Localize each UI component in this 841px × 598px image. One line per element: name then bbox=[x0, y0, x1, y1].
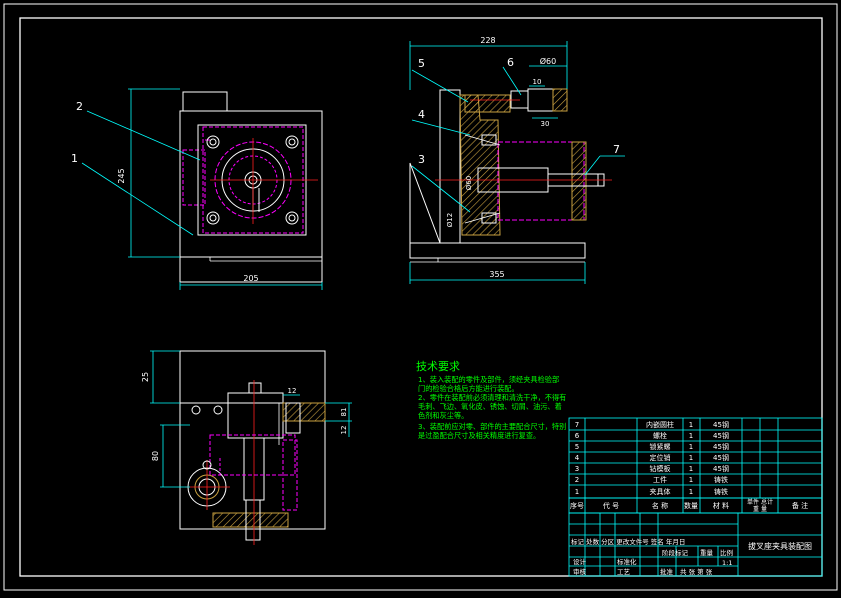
parts-row-qty: 1 bbox=[689, 421, 693, 429]
title-sheet-label: 共 张 第 张 bbox=[680, 567, 713, 576]
tech-note-line: 毛刺、飞边、氧化皮、锈蚀、切屑、油污、着 bbox=[418, 402, 562, 411]
side-dim-bore2: Ø12 bbox=[446, 213, 454, 227]
parts-row-qty: 1 bbox=[689, 465, 693, 473]
front-screw-bl bbox=[206, 211, 220, 225]
parts-row-name: 定位销 bbox=[650, 453, 671, 462]
parts-row-qty: 1 bbox=[689, 476, 693, 484]
side-view: 228 Ø60 10 30 Ø60 Ø12 355 5 6 4 3 7 bbox=[409, 36, 625, 284]
title-block-text: 标记 处数 分区 更改文件号 签名 年月日 设计 标准化 阶段标记 重量 比例 … bbox=[571, 537, 812, 576]
title-std-label: 标准化 bbox=[617, 557, 637, 566]
side-label-6: 6 bbox=[507, 56, 514, 69]
title-ratio-label: 比例 bbox=[720, 548, 733, 557]
tech-note-line: 是过盈配合尺寸及相关精度进行复查。 bbox=[418, 431, 540, 440]
parts-header-unit-weight: 单件 总计 bbox=[747, 498, 773, 506]
side-dim-mid: 30 bbox=[541, 120, 550, 128]
side-dim-small: 10 bbox=[533, 78, 542, 86]
top-dim-right2: 81 bbox=[340, 408, 348, 417]
parts-row-no: 1 bbox=[575, 488, 579, 496]
parts-row-qty: 1 bbox=[689, 443, 693, 451]
parts-row-no: 6 bbox=[575, 432, 580, 440]
side-clamp-bar bbox=[464, 94, 511, 113]
top-dim-mid: 80 bbox=[151, 451, 160, 461]
parts-row-material: 铸铁 bbox=[714, 487, 728, 496]
parts-row-material: 45钢 bbox=[713, 420, 729, 429]
title-weight-label: 重量 bbox=[700, 549, 714, 557]
side-base bbox=[409, 242, 586, 259]
parts-row-name: 螺栓 bbox=[653, 431, 667, 440]
parts-header-total-weight: 重 量 bbox=[753, 505, 767, 513]
side-dim-bore: Ø60 bbox=[465, 176, 473, 190]
parts-list bbox=[568, 417, 823, 514]
parts-header-qty: 数量 bbox=[684, 501, 698, 510]
parts-row-no: 5 bbox=[575, 443, 579, 451]
title-process-label: 工艺 bbox=[617, 568, 631, 576]
parts-header-note: 备 注 bbox=[792, 501, 808, 510]
tech-note-line: 色剂和灰尘等。 bbox=[418, 411, 468, 420]
title-row-a: 标记 处数 分区 更改文件号 签名 年月日 bbox=[571, 537, 685, 546]
top-dim-right3: 12 bbox=[340, 426, 348, 435]
parts-header-name: 名 称 bbox=[652, 501, 668, 510]
side-cylinder bbox=[497, 141, 585, 221]
parts-row-qty: 1 bbox=[689, 488, 693, 496]
front-dim-width: 205 bbox=[243, 274, 258, 283]
tech-note-line: 3、装配前应对零、部件的主要配合尺寸，特别 bbox=[418, 422, 566, 431]
side-label-3: 3 bbox=[418, 153, 425, 166]
parts-row-no: 3 bbox=[575, 465, 579, 473]
parts-row-name: 工件 bbox=[653, 475, 667, 484]
front-screw-tl bbox=[206, 135, 220, 149]
side-dim-overall: 228 bbox=[480, 36, 495, 45]
side-label-7: 7 bbox=[613, 143, 620, 156]
parts-header-no: 序号 bbox=[570, 501, 584, 510]
parts-row-qty: 1 bbox=[689, 454, 693, 462]
title-design-label: 设计 bbox=[573, 557, 587, 566]
cad-drawing: 245 205 2 1 228 Ø60 10 30 Ø60 Ø12 355 5 … bbox=[3, 3, 838, 591]
top-hatched-bar bbox=[282, 402, 326, 422]
front-label-2: 2 bbox=[76, 100, 83, 113]
parts-row-material: 45钢 bbox=[713, 442, 729, 451]
front-label-1: 1 bbox=[71, 152, 78, 165]
drawing-title: 拔叉座夹具装配图 bbox=[748, 541, 812, 551]
parts-list-text: 7 内嵌圆柱 1 45钢 6 螺栓 1 45钢 5 锁紧螺 1 45钢 4 定位… bbox=[570, 420, 808, 513]
title-review-label: 审核 bbox=[573, 567, 587, 576]
parts-header-code: 代 号 bbox=[603, 501, 619, 510]
front-view: 245 205 2 1 bbox=[71, 88, 323, 290]
parts-row-no: 7 bbox=[575, 421, 579, 429]
parts-row-material: 45钢 bbox=[713, 431, 729, 440]
front-top-boss bbox=[182, 91, 228, 112]
side-dim-bottom: 355 bbox=[489, 270, 504, 279]
parts-row-material: 铸铁 bbox=[714, 475, 728, 484]
parts-row-no: 4 bbox=[575, 454, 580, 462]
top-dim-left: 25 bbox=[141, 372, 150, 382]
side-dim-dia: Ø60 bbox=[540, 56, 556, 66]
parts-row-name: 钻模板 bbox=[650, 464, 671, 473]
inner-frame bbox=[19, 17, 823, 577]
front-screw-tr bbox=[285, 135, 299, 149]
parts-row-material: 45钢 bbox=[713, 453, 729, 462]
front-dim-height: 245 bbox=[117, 168, 126, 183]
front-screw-br bbox=[285, 211, 299, 225]
drawing-canvas: 245 205 2 1 228 Ø60 10 30 Ø60 Ø12 355 5 … bbox=[0, 0, 841, 594]
top-body bbox=[179, 350, 326, 530]
parts-row-name: 夹具体 bbox=[650, 487, 671, 496]
top-dim-right1: 12 bbox=[288, 387, 297, 395]
tech-note-line: 门的检验合格后方能进行装配。 bbox=[418, 384, 519, 393]
side-rib bbox=[409, 162, 441, 244]
parts-row-no: 2 bbox=[575, 476, 579, 484]
parts-header-material: 材 料 bbox=[713, 501, 729, 510]
tech-note-line: 1、装入装配的零件及部件，须经夹具检验部 bbox=[418, 375, 559, 384]
title-scale-value: 1:1 bbox=[722, 559, 732, 567]
title-approve-label: 批准 bbox=[660, 567, 674, 576]
parts-row-material: 45钢 bbox=[713, 464, 729, 473]
parts-row-name: 内嵌圆柱 bbox=[646, 420, 674, 429]
tech-notes: 技术要求 1、装入装配的零件及部件，须经夹具检验部 门的检验合格后方能进行装配。… bbox=[416, 360, 566, 440]
side-label-4: 4 bbox=[418, 108, 425, 121]
top-view: 25 80 12 81 12 bbox=[141, 350, 352, 545]
parts-row-name: 锁紧螺 bbox=[650, 442, 671, 451]
parts-row-qty: 1 bbox=[689, 432, 693, 440]
title-stage-label: 阶段标记 bbox=[662, 548, 689, 557]
tech-notes-heading: 技术要求 bbox=[416, 360, 460, 373]
tech-note-line: 2、零件在装配前必须清理和清洗干净，不得有 bbox=[418, 393, 566, 402]
side-drill-plate bbox=[459, 94, 501, 236]
side-label-5: 5 bbox=[418, 57, 425, 70]
